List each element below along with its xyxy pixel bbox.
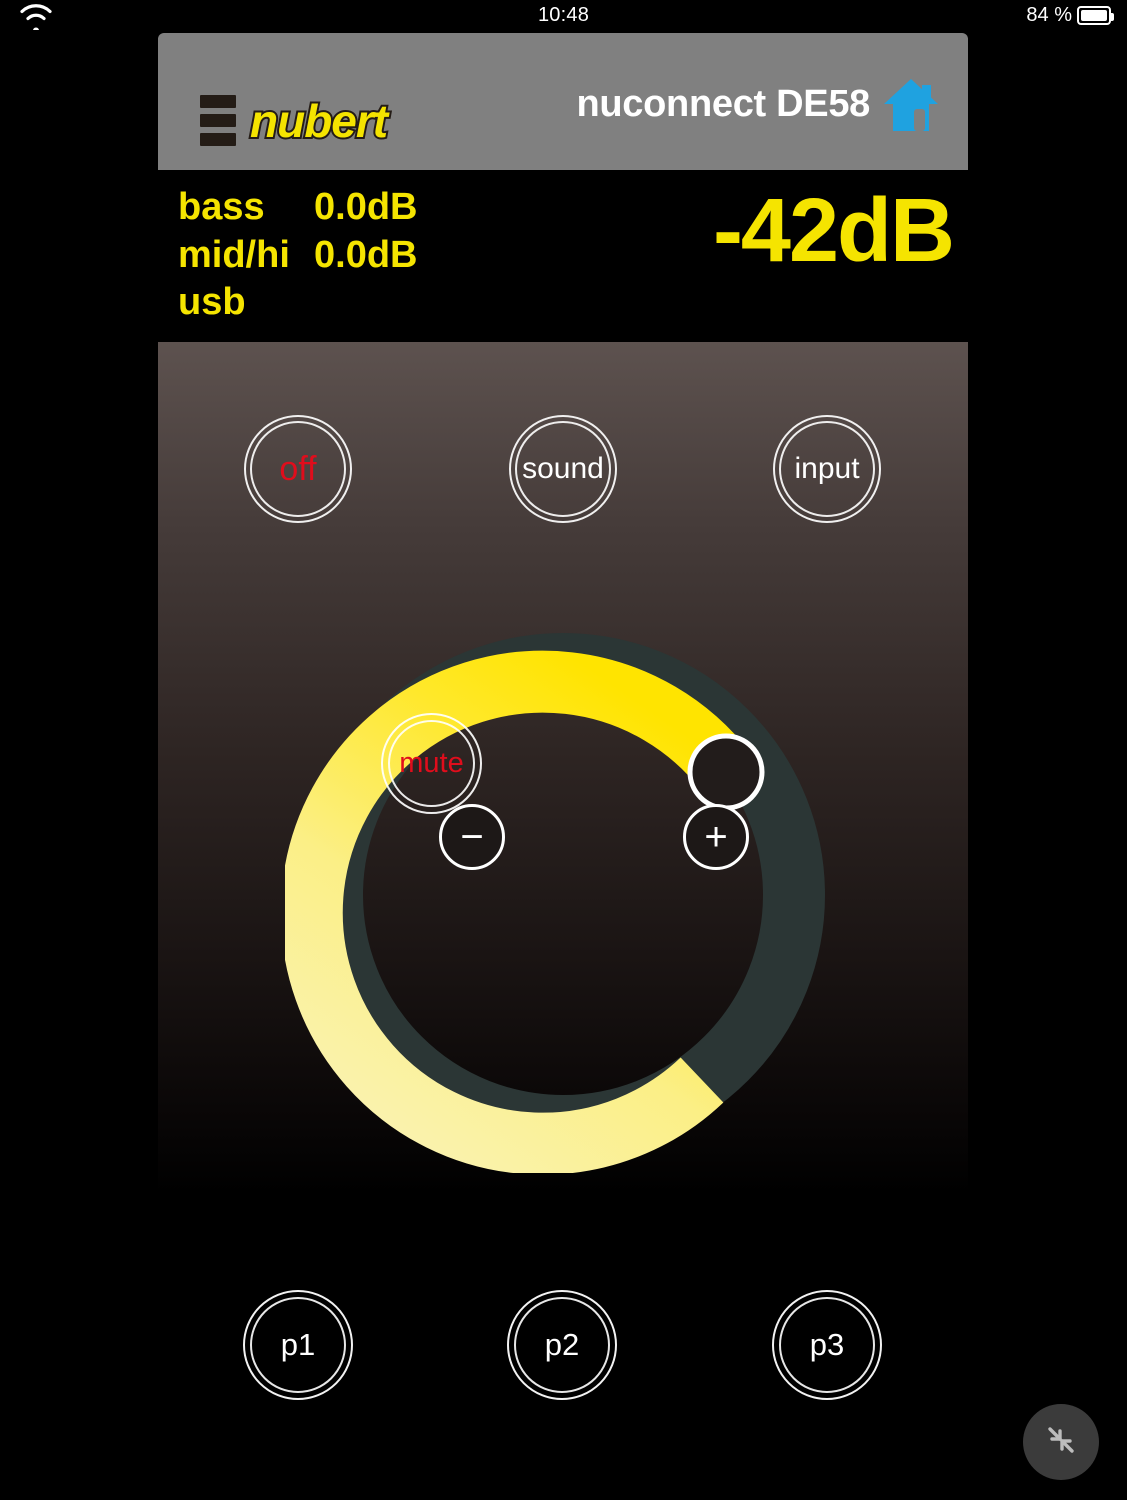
mute-label: mute <box>399 747 464 779</box>
plus-icon: + <box>704 815 728 859</box>
preset-label: p1 <box>280 1327 316 1362</box>
control-panel: off sound input mute − + <box>158 342 968 1194</box>
compress-arrows-icon <box>1041 1420 1081 1465</box>
parameter-name: mid/hi <box>178 233 290 276</box>
status-readout: bass 0.0dB mid/hi 0.0dB usb -42dB <box>158 170 968 342</box>
app-header: nubert nuconnect DE58 <box>158 33 968 170</box>
parameter-value: 0.0dB <box>314 233 418 276</box>
battery-status: 84 % <box>1026 4 1114 27</box>
app-root: 10:48 84 % nubert nuconnect DE58 bass 0.… <box>0 0 1127 1500</box>
preset-label: p3 <box>809 1327 845 1362</box>
brand-logo: nubert <box>200 94 390 147</box>
preset-row: p1 p2 p3 <box>158 1290 968 1410</box>
brand-name: nubert <box>248 94 390 147</box>
power-off-label: off <box>279 449 317 488</box>
device-name: nuconnect DE58 <box>576 83 870 125</box>
parameter-list: bass 0.0dB mid/hi 0.0dB usb <box>178 184 417 327</box>
status-time: 10:48 <box>537 4 590 26</box>
battery-icon <box>1077 6 1114 25</box>
parameter-value: 0.0dB <box>314 186 418 228</box>
volume-down-button[interactable]: − <box>439 804 505 870</box>
parameter-row: usb <box>178 279 417 327</box>
power-off-button[interactable]: off <box>244 415 352 523</box>
volume-up-button[interactable]: + <box>683 804 749 870</box>
parameter-row: bass 0.0dB <box>178 184 417 232</box>
minimize-button[interactable] <box>1023 1404 1099 1480</box>
sound-button[interactable]: sound <box>509 415 617 523</box>
battery-fill <box>1081 10 1107 21</box>
volume-dial[interactable] <box>285 617 841 1173</box>
parameter-row: mid/hi 0.0dB <box>178 232 417 280</box>
mute-button[interactable]: mute <box>381 713 482 814</box>
battery-percent: 84 % <box>1026 4 1072 26</box>
preset-button-p3[interactable]: p3 <box>772 1290 882 1400</box>
preset-button-p1[interactable]: p1 <box>243 1290 353 1400</box>
preset-button-p2[interactable]: p2 <box>507 1290 617 1400</box>
three-bars-icon <box>200 95 236 146</box>
input-button[interactable]: input <box>773 415 881 523</box>
sound-label: sound <box>522 452 604 485</box>
parameter-name: bass <box>178 186 265 228</box>
input-label: input <box>794 452 860 485</box>
status-bar: 10:48 84 % <box>0 0 1127 34</box>
house-icon[interactable] <box>882 77 940 133</box>
parameter-name: usb <box>178 281 246 323</box>
volume-readout: -42dB <box>712 181 955 281</box>
preset-label: p2 <box>544 1327 580 1362</box>
minus-icon: − <box>460 815 484 859</box>
